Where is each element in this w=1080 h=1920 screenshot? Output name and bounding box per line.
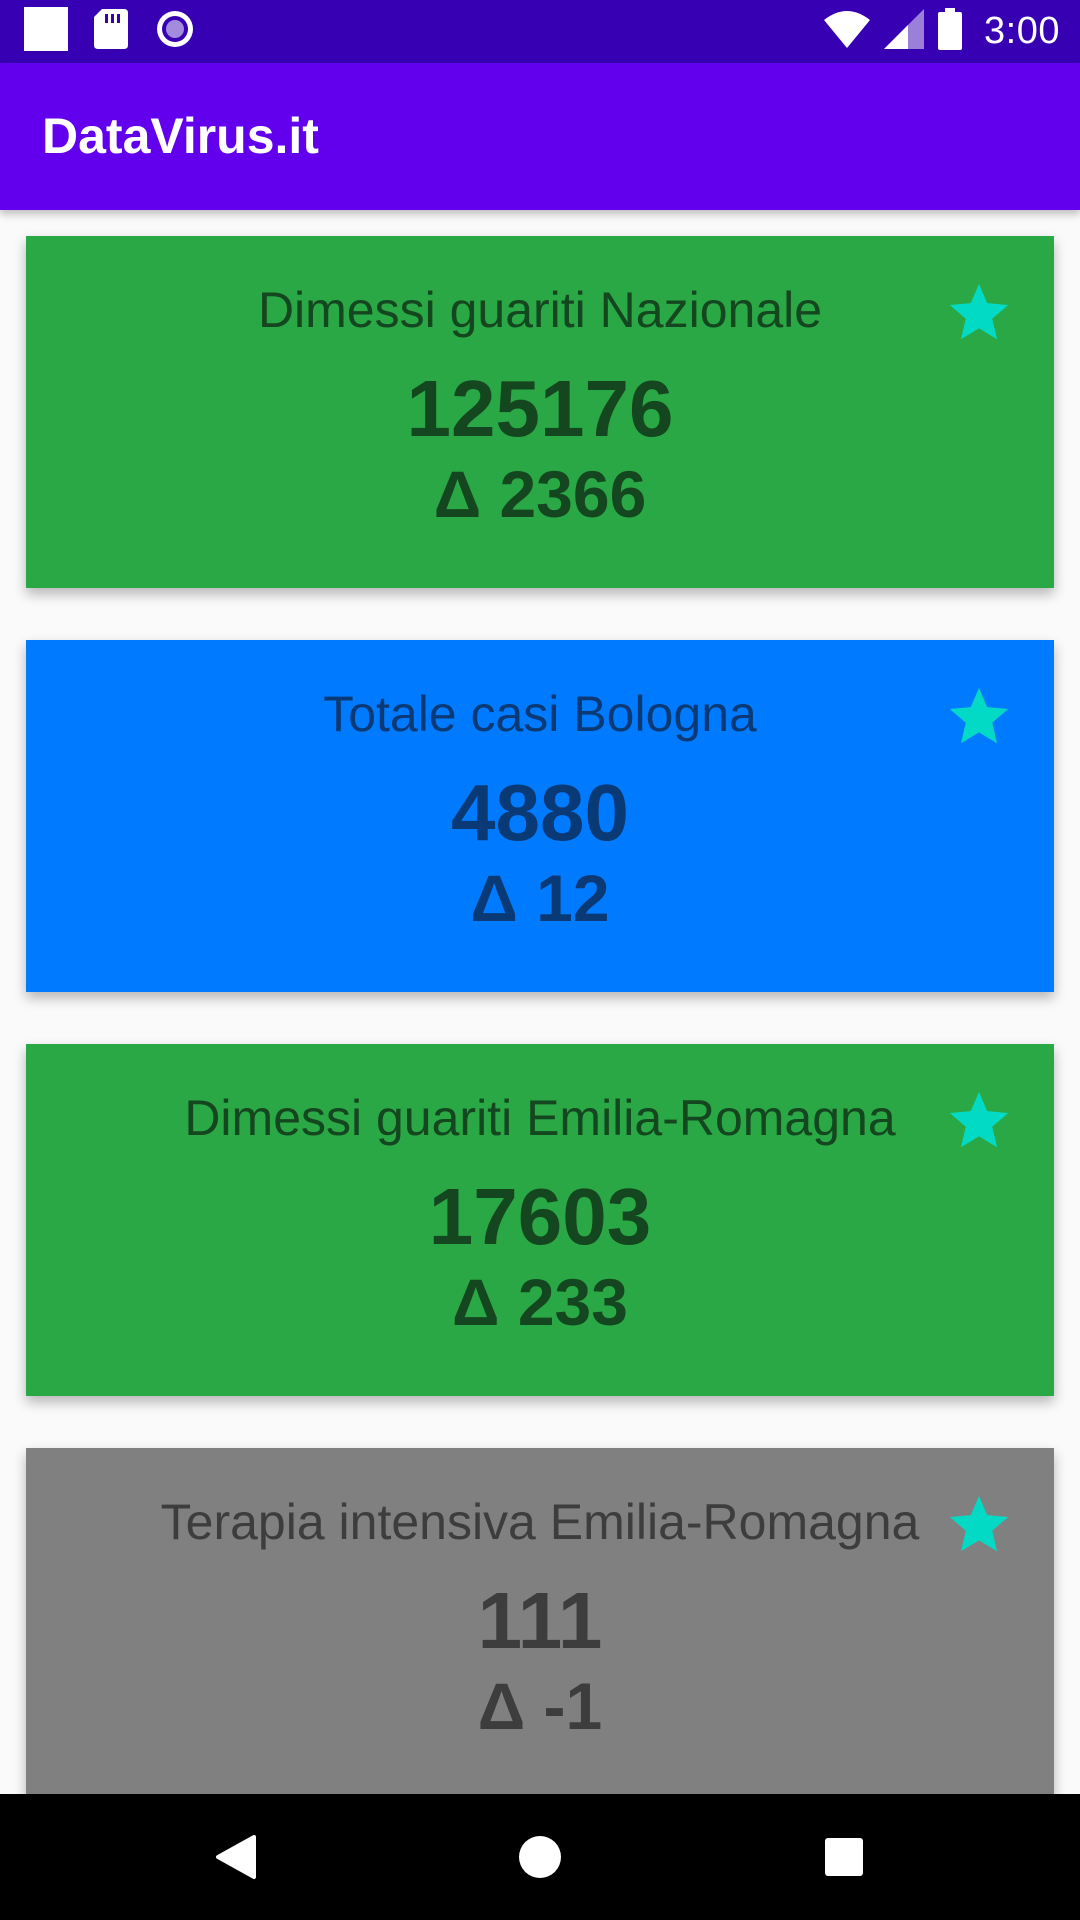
cell-signal-icon xyxy=(884,9,925,54)
star-icon[interactable] xyxy=(944,278,1014,348)
star-icon[interactable] xyxy=(944,1086,1014,1156)
home-icon[interactable] xyxy=(510,1827,570,1887)
card-delta: Δ 233 xyxy=(452,1265,628,1339)
status-right-icons: 3:00 xyxy=(824,0,1060,63)
card-delta: Δ 2366 xyxy=(433,457,647,531)
wifi-icon xyxy=(824,10,871,53)
card-value: 4880 xyxy=(451,768,629,857)
app-title: DataVirus.it xyxy=(42,108,319,164)
card-title: Totale casi Bologna xyxy=(323,686,757,742)
card-title: Terapia intensiva Emilia-Romagna xyxy=(160,1494,920,1550)
card-title: Dimessi guariti Nazionale xyxy=(257,282,823,338)
card-value: 125176 xyxy=(406,364,674,453)
card-delta: Δ 12 xyxy=(470,861,610,935)
sd-card-icon xyxy=(94,9,128,54)
card-list[interactable]: Dimessi guariti Nazionale 125176 Δ 2366 … xyxy=(0,210,1080,1794)
star-icon[interactable] xyxy=(944,682,1014,752)
status-left-icons xyxy=(24,0,196,63)
battery-icon xyxy=(938,8,963,55)
status-time: 3:00 xyxy=(984,10,1060,52)
card-delta: Δ -1 xyxy=(477,1669,603,1743)
star-icon[interactable] xyxy=(944,1490,1014,1560)
stat-card-dimessi-guariti-emilia-romagna[interactable]: Dimessi guariti Emilia-Romagna 17603 Δ 2… xyxy=(26,1044,1054,1396)
notification-square-icon xyxy=(24,7,68,56)
record-icon xyxy=(154,8,196,55)
status-bar: 3:00 xyxy=(0,0,1080,63)
card-title: Dimessi guariti Emilia-Romagna xyxy=(184,1090,896,1146)
stat-card-terapia-intensiva-emilia-romagna[interactable]: Terapia intensiva Emilia-Romagna 111 Δ -… xyxy=(26,1448,1054,1794)
recents-icon[interactable] xyxy=(814,1827,874,1887)
app-bar: DataVirus.it xyxy=(0,63,1080,210)
navigation-bar xyxy=(0,1794,1080,1920)
back-icon[interactable] xyxy=(206,1827,266,1887)
stat-card-dimessi-guariti-nazionale[interactable]: Dimessi guariti Nazionale 125176 Δ 2366 xyxy=(26,236,1054,588)
card-value: 17603 xyxy=(428,1172,652,1261)
card-value: 111 xyxy=(477,1576,603,1665)
stat-card-totale-casi-bologna[interactable]: Totale casi Bologna 4880 Δ 12 xyxy=(26,640,1054,992)
